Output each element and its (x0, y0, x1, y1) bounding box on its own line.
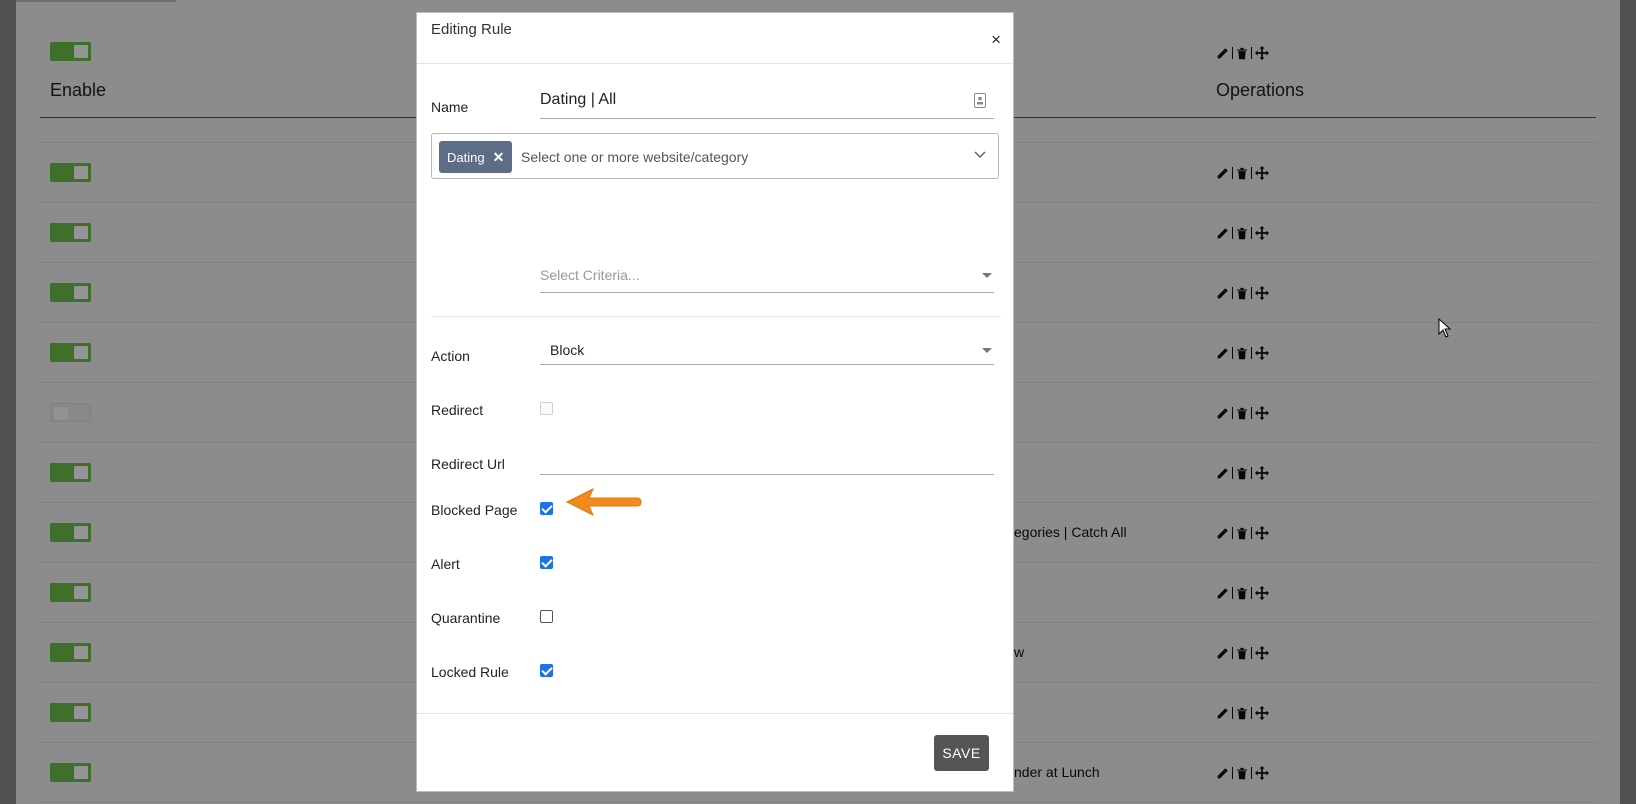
caret-down-icon (982, 348, 992, 353)
modal-title: Editing Rule (431, 21, 512, 38)
quarantine-checkbox[interactable] (540, 610, 553, 623)
redirect-checkbox[interactable] (540, 402, 553, 415)
alert-checkbox[interactable] (540, 556, 553, 569)
remove-chip-icon[interactable]: ✕ (493, 149, 505, 166)
action-value: Block (550, 342, 585, 358)
criteria-placeholder: Select Criteria... (540, 267, 640, 283)
redirect-url-label: Redirect Url (431, 456, 505, 472)
name-field[interactable]: Dating | All (540, 91, 994, 119)
name-value: Dating | All (540, 91, 617, 108)
chevron-down-icon[interactable] (974, 151, 986, 159)
editing-rule-modal: Editing Rule × Name Dating | All Dating … (416, 12, 1014, 792)
selected-category-chip: Dating ✕ (439, 141, 513, 173)
mouse-cursor-icon (1438, 318, 1452, 338)
redirect-url-input[interactable] (540, 445, 994, 475)
caret-down-icon (982, 273, 992, 278)
category-placeholder: Select one or more website/category (521, 149, 749, 165)
name-label: Name (431, 99, 469, 115)
contact-card-icon[interactable] (974, 93, 986, 108)
blocked-page-checkbox[interactable] (540, 502, 553, 515)
action-label: Action (431, 348, 470, 364)
redirect-label: Redirect (431, 402, 484, 418)
locked-rule-checkbox[interactable] (540, 664, 553, 677)
category-multiselect[interactable]: Dating ✕ Select one or more website/cate… (431, 133, 999, 179)
alert-label: Alert (431, 556, 460, 572)
section-divider (431, 316, 1001, 317)
close-icon[interactable]: × (991, 31, 1001, 48)
chip-label: Dating (447, 149, 485, 165)
criteria-select[interactable]: Select Criteria... (540, 263, 994, 293)
header-divider (417, 63, 1013, 64)
quarantine-label: Quarantine (431, 610, 501, 626)
action-select[interactable]: Block (540, 335, 994, 365)
arrow-pointer-icon (565, 487, 642, 517)
footer-divider (417, 713, 1013, 714)
locked-rule-label: Locked Rule (431, 664, 509, 680)
blocked-page-label: Blocked Page (431, 502, 518, 518)
save-button[interactable]: SAVE (934, 735, 989, 771)
